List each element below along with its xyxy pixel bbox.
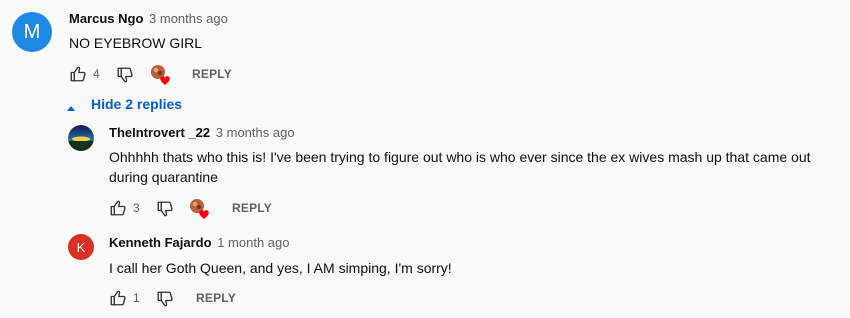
reply-header: Kenneth Fajardo 1 month ago [109,235,289,250]
hide-replies-button[interactable]: Hide 2 replies [66,96,182,112]
comment-text: NO EYEBROW GIRL [69,35,203,51]
commenter-avatar[interactable]: M [12,12,52,52]
like-count: 3 [133,201,140,215]
reply-text: I call her Goth Queen, and yes, I AM sim… [109,260,452,276]
dislike-icon[interactable] [156,200,174,218]
comment-header: Marcus Ngo 3 months ago [69,11,228,26]
reply-text-line: during quarantine [109,169,218,185]
reply-button[interactable]: REPLY [192,67,232,81]
reply-author[interactable]: TheIntrovert _22 [109,125,210,140]
hide-replies-label: Hide 2 replies [91,96,183,112]
like-count: 1 [133,291,140,305]
comment-timestamp[interactable]: 3 months ago [149,11,228,26]
replier-avatar[interactable] [68,125,94,151]
comment-author[interactable]: Marcus Ngo [69,11,143,26]
caret-up-icon [66,99,78,111]
reply-author[interactable]: Kenneth Fajardo [109,235,212,250]
avatar-letter: M [23,20,41,43]
replier-avatar[interactable]: K [68,234,94,260]
avatar-letter: K [76,239,86,255]
reply-timestamp[interactable]: 3 months ago [216,125,295,140]
dislike-icon[interactable] [116,66,134,84]
reply-timestamp[interactable]: 1 month ago [217,235,289,250]
reply-text: Ohhhhh thats who this is! I've been tryi… [109,147,839,187]
reply-header: TheIntrovert _22 3 months ago [109,125,295,140]
like-icon[interactable] [69,65,87,83]
creator-heart-badge [150,64,172,86]
dislike-icon[interactable] [156,290,174,308]
reply-button[interactable]: REPLY [232,201,272,215]
like-icon[interactable] [109,289,127,307]
reply-button[interactable]: REPLY [196,291,236,305]
creator-heart-badge [189,198,211,220]
like-count: 4 [93,67,100,81]
reply-text-line: Ohhhhh thats who this is! I've been tryi… [109,149,811,165]
like-icon[interactable] [109,199,127,217]
